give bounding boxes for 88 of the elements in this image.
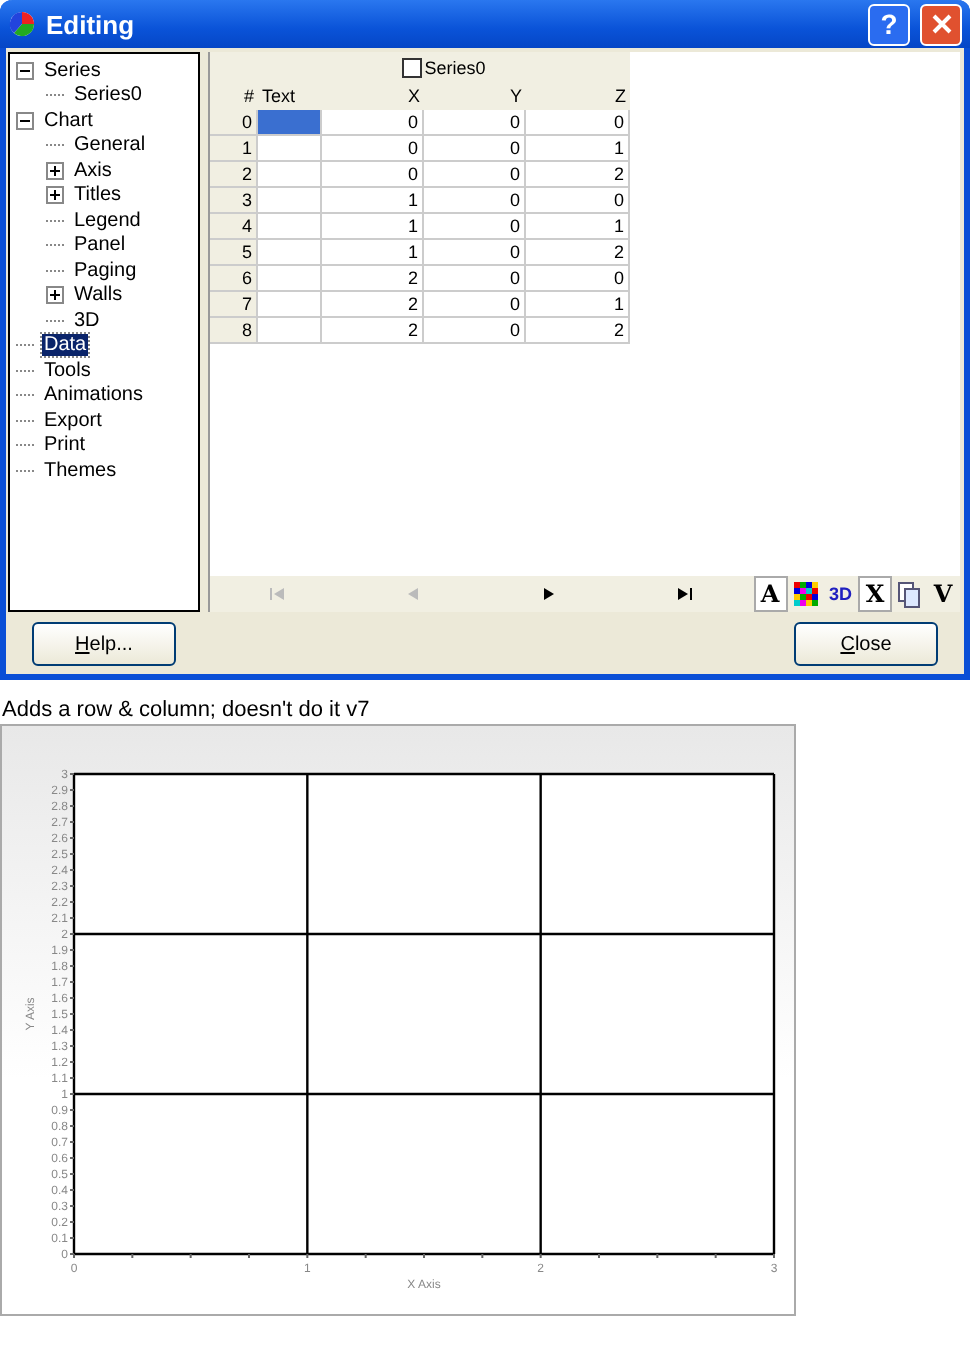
row-number: 4 [210,214,258,240]
table-cell[interactable]: 2 [526,318,630,344]
row-number: 8 [210,318,258,344]
table-cell[interactable]: 0 [424,188,526,214]
table-cell[interactable]: 0 [526,110,630,136]
table-cell[interactable] [258,136,322,162]
tree-item[interactable]: Walls [72,284,125,307]
expand-icon[interactable] [46,186,64,205]
close-icon [931,14,951,34]
row-number: 6 [210,266,258,292]
tree-item[interactable]: Legend [72,209,143,232]
column-header: Y [507,84,524,110]
table-cell[interactable]: 0 [526,188,630,214]
app-icon [8,10,36,38]
color-grid-icon [793,582,817,606]
help-button[interactable]: ? [868,3,910,45]
table-cell[interactable]: 0 [424,266,526,292]
toolbar-button[interactable]: A [753,576,787,612]
table-cell[interactable]: 0 [424,214,526,240]
table-cell[interactable]: 2 [322,318,424,344]
table-cell[interactable] [258,162,322,188]
table-cell[interactable] [258,214,322,240]
table-cell[interactable] [258,318,322,344]
table-cell[interactable]: 2 [322,292,424,318]
table-cell[interactable] [258,240,322,266]
column-header: X [405,84,422,110]
tree-item[interactable]: Series0 [72,84,144,107]
table-cell[interactable]: 0 [322,110,424,136]
tree-item[interactable]: General [72,134,148,157]
tree-item[interactable]: 3D [72,309,102,332]
table-cell[interactable]: 0 [424,110,526,136]
table-cell[interactable]: 1 [322,188,424,214]
series-label: Series0 [424,57,486,77]
collapse-icon[interactable] [16,61,34,80]
table-cell[interactable] [258,188,322,214]
column-header: Z [613,84,628,110]
close-button[interactable]: Close [794,622,938,666]
table-cell[interactable]: 0 [424,136,526,162]
tree-item[interactable]: Axis [72,159,114,182]
row-number: 7 [210,292,258,318]
tree-item[interactable]: Panel [72,234,128,257]
close-button[interactable] [920,3,962,45]
table-cell[interactable]: 1 [526,214,630,240]
table-cell[interactable]: 0 [322,162,424,188]
copy-icon [898,581,921,607]
tree-item[interactable]: Paging [72,259,139,282]
table-cell[interactable]: 2 [526,162,630,188]
table-cell[interactable]: 1 [322,214,424,240]
table-cell[interactable] [258,292,322,318]
toolbar-button[interactable]: X [858,576,893,612]
tree-item[interactable]: Themes [42,459,119,482]
toolbar-button[interactable]: V [926,576,961,612]
tree-item[interactable]: Animations [42,384,145,407]
table-cell[interactable]: 1 [526,292,630,318]
collapse-icon[interactable] [16,111,34,130]
table-cell[interactable]: 0 [424,240,526,266]
window-title: Editing [46,9,137,39]
column-header: Text [260,84,298,110]
row-number: 3 [210,188,258,214]
expand-icon[interactable] [46,161,64,180]
expand-icon[interactable] [46,286,64,305]
row-number: 0 [210,110,258,136]
tree-item[interactable]: Chart [42,109,95,132]
caption: Adds a row & column; doesn't do it v7 [2,698,372,722]
table-cell[interactable]: 1 [526,136,630,162]
toolbar-button[interactable]: 3D [823,576,859,612]
table-cell[interactable]: 0 [322,136,424,162]
table-cell[interactable]: 1 [322,240,424,266]
tree-item[interactable]: Tools [42,359,93,382]
row-number: 5 [210,240,258,266]
tree-item[interactable]: Export [42,409,104,432]
table-cell[interactable]: 0 [424,162,526,188]
tree-item[interactable]: Titles [72,184,124,207]
row-number: 1 [210,136,258,162]
table-cell[interactable]: 2 [322,266,424,292]
tree-item[interactable]: Series [42,59,103,82]
table-cell[interactable]: 2 [526,240,630,266]
checkbox[interactable] [402,57,423,77]
help-button[interactable]: Help... [32,622,176,666]
column-header: # [241,84,256,110]
table-cell[interactable]: 0 [424,292,526,318]
row-number: 2 [210,162,258,188]
tree-item[interactable]: Data [42,334,89,357]
table-cell[interactable]: 0 [424,318,526,344]
table-cell[interactable] [258,266,322,292]
table-cell[interactable] [258,110,322,136]
tree-item[interactable]: Print [42,434,88,457]
table-cell[interactable]: 0 [526,266,630,292]
